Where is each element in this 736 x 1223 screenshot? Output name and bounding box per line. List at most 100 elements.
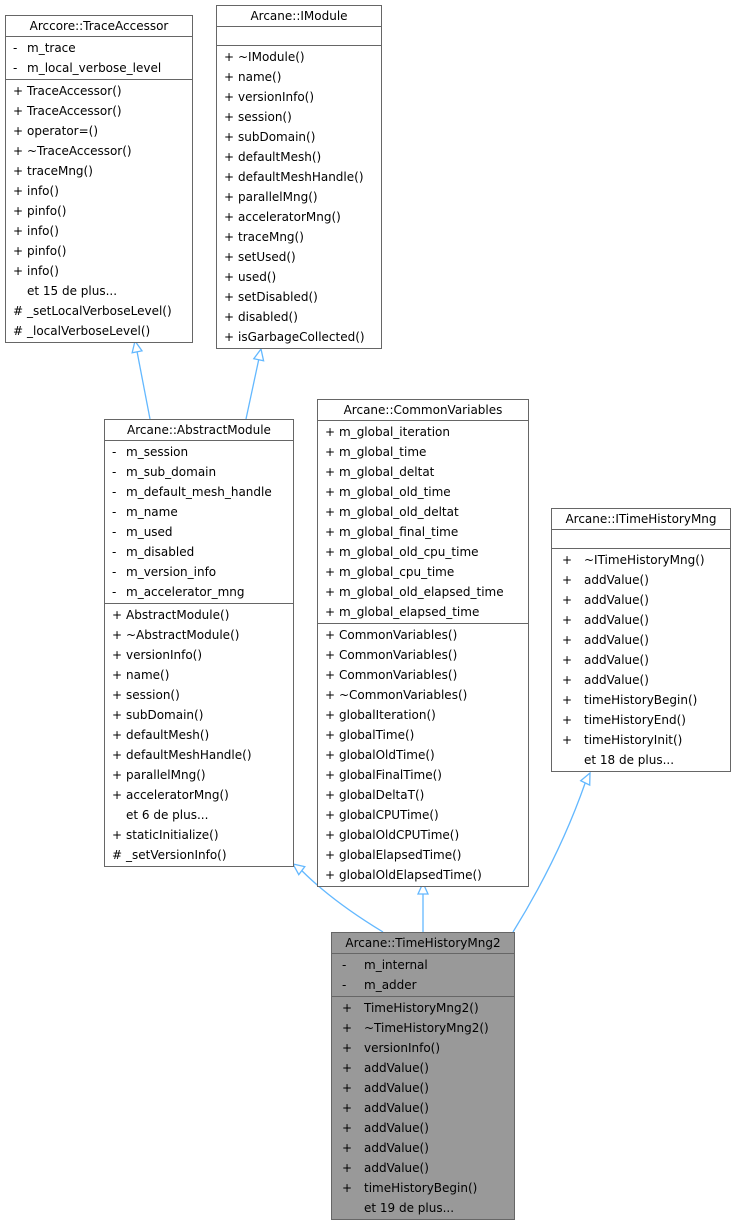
- attribute-row[interactable]: - m_version_info: [105, 562, 293, 582]
- method-row[interactable]: + used(): [217, 267, 381, 287]
- method-row[interactable]: + CommonVariables(): [318, 665, 528, 685]
- method-row[interactable]: + ~TraceAccessor(): [6, 141, 192, 161]
- method-row[interactable]: + session(): [217, 107, 381, 127]
- method-row[interactable]: + addValue(): [552, 650, 730, 670]
- method-row[interactable]: + addValue(): [552, 630, 730, 650]
- method-row[interactable]: et 19 de plus...: [332, 1198, 514, 1218]
- method-row[interactable]: + globalTime(): [318, 725, 528, 745]
- method-row[interactable]: + ~ITimeHistoryMng(): [552, 550, 730, 570]
- method-row[interactable]: + setDisabled(): [217, 287, 381, 307]
- method-row[interactable]: + TraceAccessor(): [6, 101, 192, 121]
- method-row[interactable]: + addValue(): [332, 1158, 514, 1178]
- method-row[interactable]: # _setLocalVerboseLevel(): [6, 301, 192, 321]
- method-row[interactable]: + acceleratorMng(): [105, 785, 293, 805]
- method-row[interactable]: + subDomain(): [105, 705, 293, 725]
- attribute-row[interactable]: - m_adder: [332, 975, 514, 995]
- method-row[interactable]: + timeHistoryBegin(): [332, 1178, 514, 1198]
- method-row[interactable]: + timeHistoryInit(): [552, 730, 730, 750]
- attribute-row[interactable]: - m_used: [105, 522, 293, 542]
- attribute-row[interactable]: + m_global_cpu_time: [318, 562, 528, 582]
- method-row[interactable]: + addValue(): [552, 590, 730, 610]
- class-common-variables[interactable]: Arcane::CommonVariables + m_global_iterati…: [317, 399, 529, 887]
- method-row[interactable]: + globalOldTime(): [318, 745, 528, 765]
- attribute-row[interactable]: + m_global_old_time: [318, 482, 528, 502]
- method-row[interactable]: + info(): [6, 181, 192, 201]
- class-imodule[interactable]: Arcane::IModule + ~IModule() + name() + versio…: [216, 5, 382, 349]
- attribute-row[interactable]: - m_internal: [332, 955, 514, 975]
- attribute-row[interactable]: - m_local_verbose_level: [6, 58, 192, 78]
- method-row[interactable]: + name(): [105, 665, 293, 685]
- class-name[interactable]: Arccore::TraceAccessor: [6, 16, 192, 37]
- attribute-row[interactable]: + m_global_iteration: [318, 422, 528, 442]
- method-row[interactable]: + staticInitialize(): [105, 825, 293, 845]
- method-row[interactable]: + globalOldCPUTime(): [318, 825, 528, 845]
- attribute-row[interactable]: + m_global_old_elapsed_time: [318, 582, 528, 602]
- attribute-row[interactable]: + m_global_final_time: [318, 522, 528, 542]
- method-row[interactable]: + acceleratorMng(): [217, 207, 381, 227]
- method-row[interactable]: # _setVersionInfo(): [105, 845, 293, 865]
- method-row[interactable]: + info(): [6, 261, 192, 281]
- method-row[interactable]: + defaultMeshHandle(): [217, 167, 381, 187]
- attribute-row[interactable]: + m_global_time: [318, 442, 528, 462]
- method-row[interactable]: + addValue(): [332, 1058, 514, 1078]
- method-row[interactable]: + ~AbstractModule(): [105, 625, 293, 645]
- attribute-row[interactable]: + m_global_deltat: [318, 462, 528, 482]
- method-row[interactable]: + timeHistoryEnd(): [552, 710, 730, 730]
- attribute-row[interactable]: - m_name: [105, 502, 293, 522]
- class-name[interactable]: Arcane::ITimeHistoryMng: [552, 509, 730, 530]
- method-row[interactable]: + addValue(): [332, 1098, 514, 1118]
- method-row[interactable]: + versionInfo(): [332, 1038, 514, 1058]
- method-row[interactable]: + defaultMeshHandle(): [105, 745, 293, 765]
- attribute-row[interactable]: - m_disabled: [105, 542, 293, 562]
- class-name[interactable]: Arcane::CommonVariables: [318, 400, 528, 421]
- method-row[interactable]: + CommonVariables(): [318, 645, 528, 665]
- method-row[interactable]: + operator=(): [6, 121, 192, 141]
- method-row[interactable]: + TimeHistoryMng2(): [332, 998, 514, 1018]
- class-itime-history-mng[interactable]: Arcane::ITimeHistoryMng+ ~ITimeHistoryMng…: [551, 508, 731, 772]
- method-row[interactable]: + setUsed(): [217, 247, 381, 267]
- attribute-row[interactable]: - m_session: [105, 442, 293, 462]
- method-row[interactable]: + globalOldElapsedTime(): [318, 865, 528, 885]
- method-row[interactable]: + ~CommonVariables(): [318, 685, 528, 705]
- method-row[interactable]: + addValue(): [552, 610, 730, 630]
- class-abstract-module[interactable]: Arcane::AbstractModule - m_session - m_sub_d…: [104, 419, 294, 867]
- attribute-row[interactable]: + m_global_old_cpu_time: [318, 542, 528, 562]
- attribute-row[interactable]: - m_default_mesh_handle: [105, 482, 293, 502]
- method-row[interactable]: + addValue(): [332, 1078, 514, 1098]
- method-row[interactable]: + globalIteration(): [318, 705, 528, 725]
- method-row[interactable]: et 18 de plus...: [552, 750, 730, 770]
- class-name[interactable]: Arcane::AbstractModule: [105, 420, 293, 441]
- method-row[interactable]: + pinfo(): [6, 201, 192, 221]
- attribute-row[interactable]: + m_global_old_deltat: [318, 502, 528, 522]
- method-row[interactable]: + pinfo(): [6, 241, 192, 261]
- method-row[interactable]: et 15 de plus...: [6, 281, 192, 301]
- method-row[interactable]: + ~IModule(): [217, 47, 381, 67]
- attribute-row[interactable]: - m_sub_domain: [105, 462, 293, 482]
- method-row[interactable]: + addValue(): [332, 1118, 514, 1138]
- method-row[interactable]: + addValue(): [552, 570, 730, 590]
- method-row[interactable]: + addValue(): [332, 1138, 514, 1158]
- method-row[interactable]: + timeHistoryBegin(): [552, 690, 730, 710]
- method-row[interactable]: + versionInfo(): [105, 645, 293, 665]
- method-row[interactable]: + defaultMesh(): [217, 147, 381, 167]
- method-row[interactable]: + TraceAccessor(): [6, 81, 192, 101]
- method-row[interactable]: + parallelMng(): [217, 187, 381, 207]
- method-row[interactable]: + subDomain(): [217, 127, 381, 147]
- method-row[interactable]: # _localVerboseLevel(): [6, 321, 192, 341]
- method-row[interactable]: + defaultMesh(): [105, 725, 293, 745]
- method-row[interactable]: + disabled(): [217, 307, 381, 327]
- method-row[interactable]: + parallelMng(): [105, 765, 293, 785]
- method-row[interactable]: + globalFinalTime(): [318, 765, 528, 785]
- method-row[interactable]: + CommonVariables(): [318, 625, 528, 645]
- class-time-history-mng2[interactable]: Arcane::TimeHistoryMng2- m_internal - m_add…: [331, 932, 515, 1220]
- method-row[interactable]: + globalElapsedTime(): [318, 845, 528, 865]
- method-row[interactable]: + traceMng(): [217, 227, 381, 247]
- method-row[interactable]: + name(): [217, 67, 381, 87]
- class-name[interactable]: Arcane::IModule: [217, 6, 381, 27]
- class-name[interactable]: Arcane::TimeHistoryMng2: [332, 933, 514, 954]
- method-row[interactable]: et 6 de plus...: [105, 805, 293, 825]
- method-row[interactable]: + info(): [6, 221, 192, 241]
- method-row[interactable]: + AbstractModule(): [105, 605, 293, 625]
- method-row[interactable]: + isGarbageCollected(): [217, 327, 381, 347]
- method-row[interactable]: + addValue(): [552, 670, 730, 690]
